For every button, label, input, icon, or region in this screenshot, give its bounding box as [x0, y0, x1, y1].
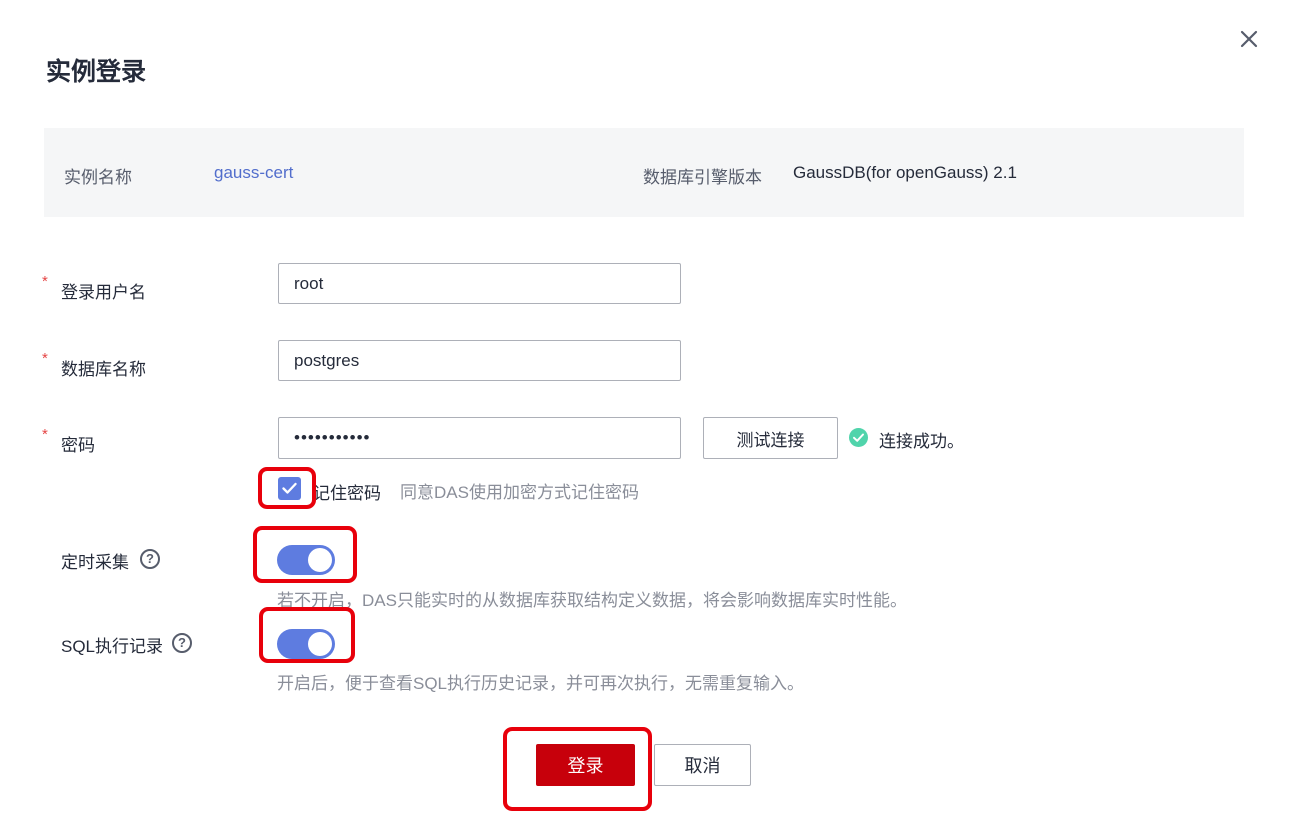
login-button[interactable]: 登录	[536, 744, 635, 786]
success-check-icon	[849, 428, 868, 447]
scheduled-collect-label: 定时采集	[61, 553, 129, 572]
instance-name-label: 实例名称	[64, 168, 132, 187]
sql-history-toggle[interactable]	[277, 629, 335, 659]
sql-history-label: SQL执行记录	[61, 637, 164, 656]
instance-name-link[interactable]: gauss-cert	[214, 163, 293, 183]
sql-history-hint: 开启后，便于查看SQL执行历史记录，并可再次执行，无需重复输入。	[277, 674, 805, 693]
toggle-knob	[308, 632, 332, 656]
username-input[interactable]	[278, 263, 681, 304]
required-mark: *	[42, 350, 48, 367]
cancel-button[interactable]: 取消	[654, 744, 751, 786]
help-icon[interactable]: ?	[140, 549, 160, 569]
help-icon[interactable]: ?	[172, 633, 192, 653]
engine-version-label: 数据库引擎版本	[643, 168, 762, 187]
username-label: 登录用户名	[61, 283, 146, 302]
instance-info-panel: 实例名称 gauss-cert 数据库引擎版本 GaussDB(for open…	[44, 128, 1244, 217]
remember-password-checkbox[interactable]	[278, 477, 301, 500]
instance-login-dialog: 实例登录 实例名称 gauss-cert 数据库引擎版本 GaussDB(for…	[0, 0, 1289, 834]
remember-password-label: 记住密码	[313, 484, 381, 503]
scheduled-collect-hint: 若不开启，DAS只能实时的从数据库获取结构定义数据，将会影响数据库实时性能。	[277, 591, 907, 610]
connection-status-text: 连接成功。	[879, 432, 964, 451]
password-label: 密码	[61, 436, 95, 455]
remember-password-hint: 同意DAS使用加密方式记住密码	[400, 483, 639, 502]
engine-version-value: GaussDB(for openGauss) 2.1	[793, 163, 1017, 182]
required-mark: *	[42, 426, 48, 443]
check-icon	[282, 482, 297, 494]
close-icon[interactable]	[1236, 26, 1262, 52]
dialog-title: 实例登录	[46, 58, 147, 86]
scheduled-collect-toggle[interactable]	[277, 545, 335, 575]
database-label: 数据库名称	[61, 360, 146, 379]
password-input[interactable]	[278, 417, 681, 459]
required-mark: *	[42, 273, 48, 290]
database-input[interactable]	[278, 340, 681, 381]
toggle-knob	[308, 548, 332, 572]
test-connection-button[interactable]: 测试连接	[703, 417, 838, 459]
